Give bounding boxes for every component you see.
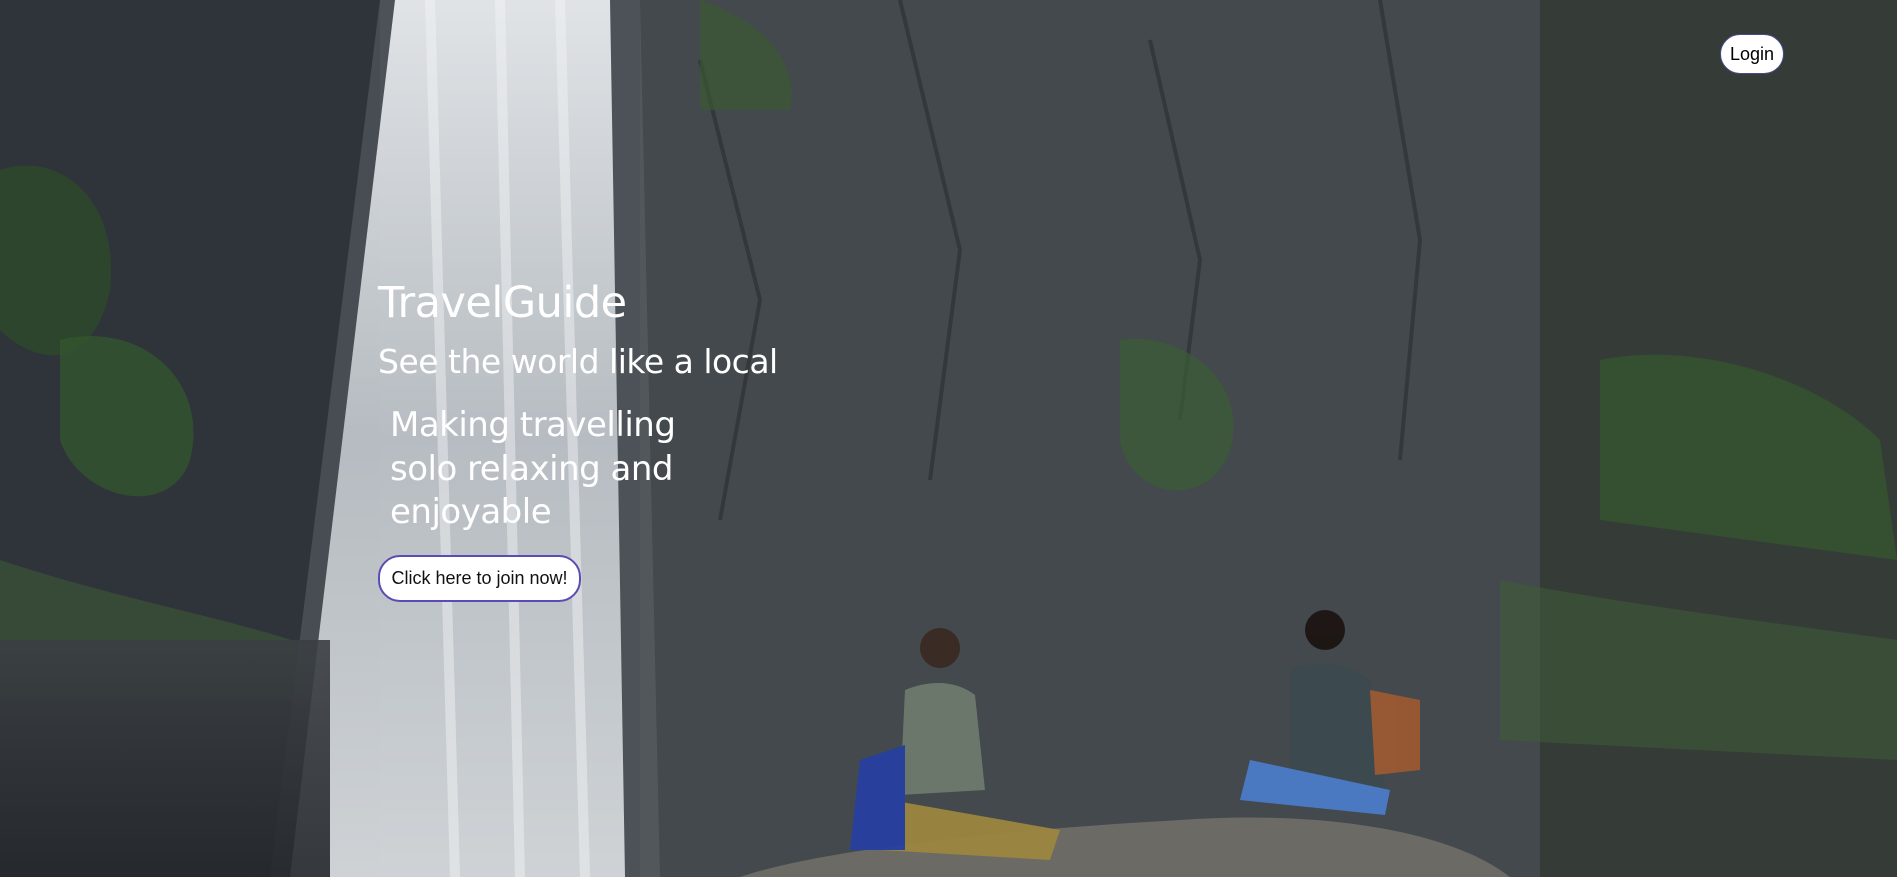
hero-description: Making travelling solo relaxing and enjo…: [390, 405, 676, 532]
hero-section: Login TravelGuide See the world like a l…: [0, 0, 1897, 877]
brand-title: TravelGuide: [378, 278, 627, 328]
background-photo: [0, 0, 1897, 877]
join-now-button[interactable]: Click here to join now!: [378, 555, 581, 602]
hero-tagline: See the world like a local: [378, 342, 778, 381]
login-button[interactable]: Login: [1720, 34, 1784, 74]
